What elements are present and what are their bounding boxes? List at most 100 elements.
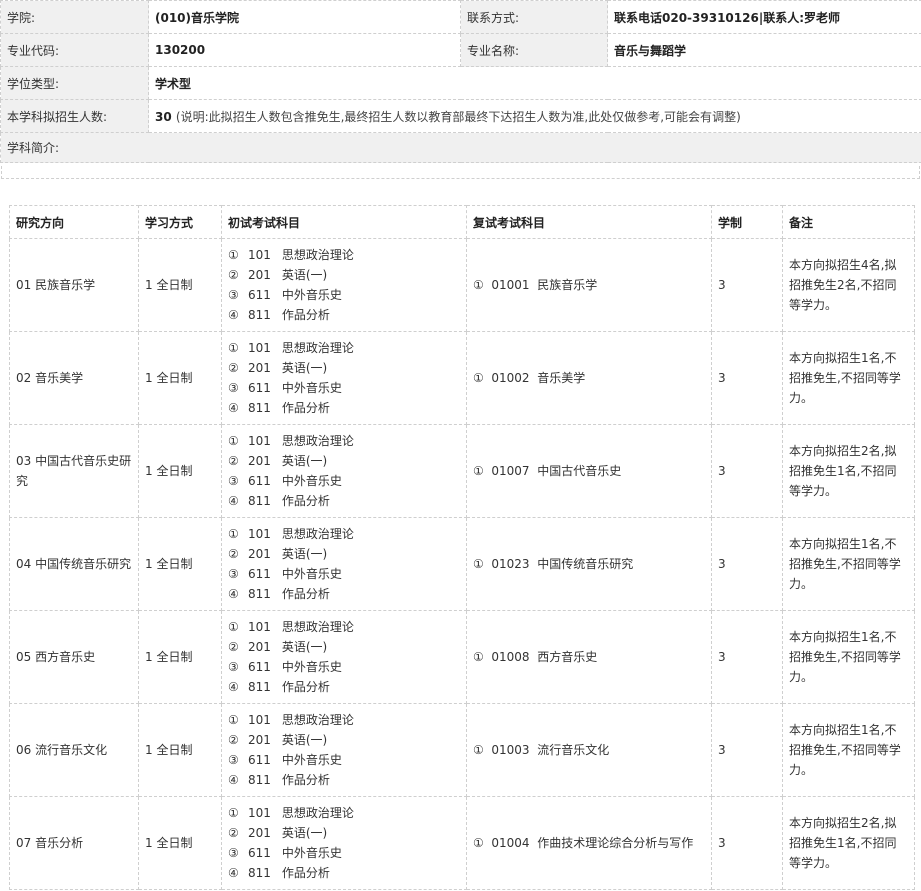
prelim-subject: ④ 811 作品分析 [228, 863, 460, 883]
subject-code: 101 [248, 341, 271, 355]
subject-name: 中外音乐史 [281, 660, 342, 674]
prelim-subject: ② 201 英语(一) [228, 823, 460, 843]
contact-value: 联系电话020-39310126|联系人:罗老师 [607, 0, 921, 34]
years-cell: 3 [711, 796, 783, 890]
remark-cell: 本方向拟招生4名,拟招推免生2名,不招同等学力。 [782, 238, 915, 332]
header-direction: 研究方向 [9, 205, 139, 239]
prelim-subject: ③ 611 中外音乐史 [228, 471, 460, 491]
subject-code: 201 [248, 733, 271, 747]
intro-content-area [1, 166, 920, 179]
subject-code: 811 [248, 401, 271, 415]
mode-cell: 1 全日制 [138, 517, 222, 611]
subject-code: 101 [248, 620, 271, 634]
subject-code: 611 [248, 288, 271, 302]
program-info-table: 学院: (010)音乐学院 联系方式: 联系电话020-39310126|联系人… [0, 0, 921, 163]
retest-cell: ① 01002 音乐美学 [466, 331, 712, 425]
remark-cell: 本方向拟招生1名,不招推免生,不招同等学力。 [782, 517, 915, 611]
prelim-cell: ① 101 思想政治理论 ② 201 英语(一) ③ 611 中外音乐史 ④ 811 作品分析 [221, 424, 467, 518]
prelim-subject: ① 101 思想政治理论 [228, 617, 460, 637]
prelim-cell: ① 101 思想政治理论 ② 201 英语(一) ③ 611 中外音乐史 ④ 811 作品分析 [221, 517, 467, 611]
info-row-enroll: 本学科拟招生人数: 30 (说明:此拟招生人数包含推免生,最终招生人数以教育部最… [0, 99, 921, 133]
subject-name: 中外音乐史 [281, 567, 342, 581]
mode-cell: 1 全日制 [138, 796, 222, 890]
subject-number: ① [228, 341, 239, 355]
major-code-label: 专业代码: [0, 33, 149, 67]
prelim-subject: ④ 811 作品分析 [228, 770, 460, 790]
subject-number: ④ [228, 680, 239, 694]
directions-table: 研究方向 学习方式 初试考试科目 复试考试科目 学制 备注 01 民族音乐学 1 … [9, 205, 915, 890]
remark-cell: 本方向拟招生2名,拟招推免生1名,不招同等学力。 [782, 796, 915, 890]
table-row: 07 音乐分析 1 全日制 ① 101 思想政治理论 ② 201 英语(一) ③ 611 中外… [9, 796, 915, 890]
prelim-subject: ④ 811 作品分析 [228, 398, 460, 418]
subject-name: 作品分析 [281, 680, 330, 694]
prelim-cell: ① 101 思想政治理论 ② 201 英语(一) ③ 611 中外音乐史 ④ 811 作品分析 [221, 703, 467, 797]
prelim-subject: ① 101 思想政治理论 [228, 245, 460, 265]
prelim-subject: ① 101 思想政治理论 [228, 710, 460, 730]
subject-code: 811 [248, 587, 271, 601]
prelim-subject: ④ 811 作品分析 [228, 305, 460, 325]
subject-code: 101 [248, 713, 271, 727]
subject-code: 101 [248, 806, 271, 820]
prelim-subject: ① 101 思想政治理论 [228, 431, 460, 451]
subject-code: 201 [248, 268, 271, 282]
intro-label: 学科简介: [0, 132, 921, 163]
prelim-subject: ① 101 思想政治理论 [228, 338, 460, 358]
mode-cell: 1 全日制 [138, 238, 222, 332]
subject-name: 思想政治理论 [281, 806, 354, 820]
subject-code: 201 [248, 640, 271, 654]
info-row-major: 专业代码: 130200 专业名称: 音乐与舞蹈学 [0, 33, 921, 67]
subject-number: ③ [228, 660, 239, 674]
prelim-subject: ② 201 英语(一) [228, 730, 460, 750]
direction-cell: 06 流行音乐文化 [9, 703, 139, 797]
subject-number: ③ [228, 288, 239, 302]
enroll-cell: 30 (说明:此拟招生人数包含推免生,最终招生人数以教育部最终下达招生人数为准,… [148, 99, 921, 133]
subject-name: 作品分析 [281, 587, 330, 601]
prelim-subject: ④ 811 作品分析 [228, 677, 460, 697]
prelim-subject: ② 201 英语(一) [228, 451, 460, 471]
subject-number: ① [228, 248, 239, 262]
direction-cell: 03 中国古代音乐史研究 [9, 424, 139, 518]
subject-code: 611 [248, 846, 271, 860]
prelim-cell: ① 101 思想政治理论 ② 201 英语(一) ③ 611 中外音乐史 ④ 811 作品分析 [221, 796, 467, 890]
mode-cell: 1 全日制 [138, 610, 222, 704]
subject-name: 英语(一) [281, 361, 328, 375]
subject-number: ① [228, 527, 239, 541]
subject-name: 作品分析 [281, 866, 330, 880]
header-retest: 复试考试科目 [466, 205, 712, 239]
subject-number: ① [228, 434, 239, 448]
subject-code: 201 [248, 361, 271, 375]
table-row: 04 中国传统音乐研究 1 全日制 ① 101 思想政治理论 ② 201 英语(一) ③ 61… [9, 517, 915, 611]
years-cell: 3 [711, 238, 783, 332]
subject-name: 中外音乐史 [281, 381, 342, 395]
enroll-label: 本学科拟招生人数: [0, 99, 149, 133]
subject-name: 作品分析 [281, 494, 330, 508]
subject-name: 中外音乐史 [281, 846, 342, 860]
subject-name: 作品分析 [281, 308, 330, 322]
subject-code: 611 [248, 753, 271, 767]
prelim-subject: ③ 611 中外音乐史 [228, 843, 460, 863]
subject-code: 101 [248, 434, 271, 448]
table-header-row: 研究方向 学习方式 初试考试科目 复试考试科目 学制 备注 [9, 205, 915, 239]
retest-cell: ① 01008 西方音乐史 [466, 610, 712, 704]
subject-name: 中外音乐史 [281, 753, 342, 767]
subject-number: ③ [228, 753, 239, 767]
table-row: 06 流行音乐文化 1 全日制 ① 101 思想政治理论 ② 201 英语(一) ③ 611 … [9, 703, 915, 797]
subject-name: 英语(一) [281, 454, 328, 468]
subject-number: ④ [228, 308, 239, 322]
subject-name: 中外音乐史 [281, 474, 342, 488]
prelim-subject: ① 101 思想政治理论 [228, 803, 460, 823]
info-row-intro: 学科简介: [0, 132, 921, 163]
prelim-subject: ③ 611 中外音乐史 [228, 750, 460, 770]
subject-number: ② [228, 733, 239, 747]
subject-code: 611 [248, 474, 271, 488]
prelim-subject: ② 201 英语(一) [228, 265, 460, 285]
subject-name: 思想政治理论 [281, 527, 354, 541]
subject-name: 英语(一) [281, 268, 328, 282]
subject-name: 思想政治理论 [281, 620, 354, 634]
subject-code: 811 [248, 308, 271, 322]
subject-name: 作品分析 [281, 773, 330, 787]
info-row-college: 学院: (010)音乐学院 联系方式: 联系电话020-39310126|联系人… [0, 0, 921, 34]
subject-name: 英语(一) [281, 547, 328, 561]
subject-number: ② [228, 826, 239, 840]
subject-code: 811 [248, 866, 271, 880]
